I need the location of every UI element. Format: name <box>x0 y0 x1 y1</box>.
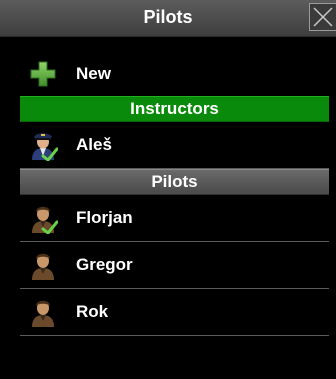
section-header-pilots: Pilots <box>20 169 329 195</box>
pilot-list: New Instructors Aleš Pilots Florjan Greg… <box>20 51 329 336</box>
pilot-icon <box>32 300 54 327</box>
window-title: Pilots <box>143 7 193 27</box>
list-item-gregor[interactable]: Gregor <box>20 242 329 289</box>
new-label: New <box>76 64 111 83</box>
new-pilot-button[interactable]: New <box>20 51 329 96</box>
list-item-label: Rok <box>76 302 109 321</box>
list-item-ales[interactable]: Aleš <box>20 122 329 169</box>
close-icon <box>313 7 333 27</box>
title-bar: Pilots <box>0 0 336 37</box>
close-button[interactable] <box>309 3 336 31</box>
list-item-label: Gregor <box>76 255 133 274</box>
pilot-checked-icon <box>32 206 58 234</box>
list-item-label: Florjan <box>76 208 133 227</box>
instructor-pilot-checked-icon <box>32 133 58 161</box>
pilots-window: Pilots New Instructors Aleš Pilots Florj… <box>0 0 336 379</box>
list-item-label: Aleš <box>76 135 112 154</box>
pilot-icon <box>32 253 54 280</box>
list-item-rok[interactable]: Rok <box>20 289 329 336</box>
list-item-florjan[interactable]: Florjan <box>20 195 329 242</box>
plus-icon <box>30 61 56 87</box>
section-header-instructors: Instructors <box>20 96 329 122</box>
